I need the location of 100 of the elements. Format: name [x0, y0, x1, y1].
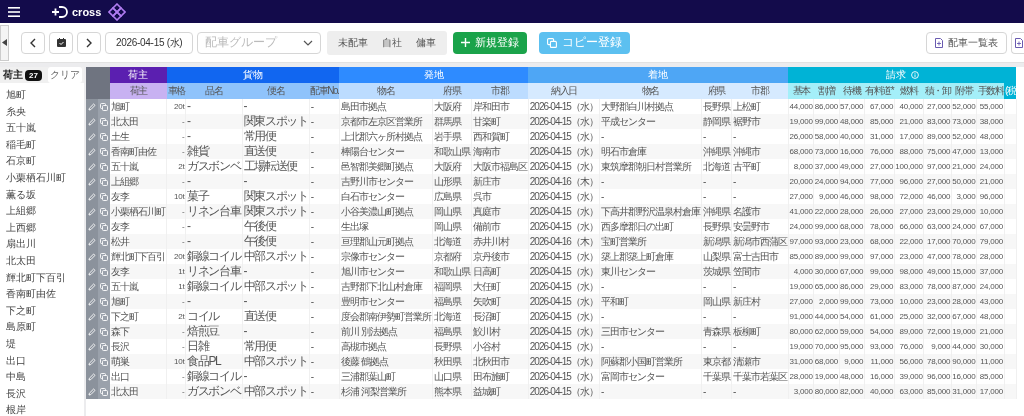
copy-icon: [100, 297, 108, 306]
table-cell: 41,000: [788, 204, 814, 219]
table-cell: 新庄市: [471, 174, 529, 189]
table-cell: 豊明市センター: [339, 294, 433, 309]
table-cell: 80,000: [813, 384, 839, 399]
shipper-item[interactable]: 輝北町下百引: [0, 269, 84, 287]
table-cell: 新庄村: [731, 294, 789, 309]
table-cell: 新潟県: [701, 234, 732, 249]
shipper-item[interactable]: 五十嵐: [0, 120, 84, 137]
copy-icon: [100, 327, 108, 336]
table-cell: 85,000: [864, 114, 895, 129]
table-cell: 杉浦 河梨営業所: [339, 384, 433, 399]
shipper-item[interactable]: 香南町由佐: [0, 286, 84, 303]
table-cell: 68,000: [813, 354, 839, 369]
filter-tab[interactable]: 未配車: [331, 30, 376, 55]
table-cell: 2026-04-15（水）: [528, 294, 600, 309]
shipper-item[interactable]: 出口: [0, 352, 84, 370]
calendar-icon: [56, 38, 66, 47]
table-cell: -: [701, 174, 732, 189]
table-cell: 三田市センター: [599, 324, 702, 339]
table-cell: 吉野川市センター: [339, 174, 433, 189]
table-cell: 雑貨: [185, 144, 242, 159]
table-cell: 関東スポット: [242, 114, 310, 129]
shipper-item[interactable]: 薫る坂: [0, 186, 84, 204]
copy-icon: [100, 387, 108, 396]
table-cell: -: [309, 174, 340, 189]
export-button[interactable]: [1011, 31, 1024, 54]
table-cell: -: [185, 234, 242, 249]
table-cell: 9,000: [839, 354, 865, 369]
table-cell: -: [309, 324, 340, 339]
table-cell: -: [309, 234, 340, 249]
shipper-item[interactable]: 稲毛町: [0, 136, 84, 154]
table-cell: 31,000: [788, 354, 814, 369]
table-cell: 静岡県: [701, 114, 732, 129]
shipper-item[interactable]: 石京町: [0, 153, 84, 170]
table-cell: 東川センター: [599, 264, 702, 279]
table-cell: 沖縄県: [701, 144, 732, 159]
table-cell: 77,000: [864, 174, 895, 189]
table-cell: 15,000: [951, 264, 977, 279]
table-cell: 21,000: [894, 114, 924, 129]
shipper-item[interactable]: 北太田: [0, 252, 84, 270]
table-cell: 17,000: [923, 234, 952, 249]
copy-icon: [100, 252, 108, 261]
table-cell: 63,000: [894, 384, 924, 399]
collapse-button[interactable]: [0, 24, 9, 61]
table-cell: 山形県: [432, 174, 472, 189]
table-cell: 43,000: [976, 294, 1004, 309]
table-cell: 熊本県: [432, 384, 472, 399]
table-cell: 青森県: [701, 324, 732, 339]
dispatch-list-button[interactable]: 配車一覧表: [926, 31, 1007, 54]
shipper-item[interactable]: 旭町: [0, 87, 84, 104]
column-header: 手数料: [976, 83, 1004, 99]
shipper-item[interactable]: 中島: [0, 369, 84, 386]
column-header: 物名: [599, 83, 702, 99]
table-cell: 上組郷: [110, 174, 167, 189]
calendar-button[interactable]: [49, 31, 73, 54]
column-header: 割増: [813, 83, 839, 99]
shipper-item[interactable]: 下之町: [0, 302, 84, 320]
menu-button[interactable]: [6, 4, 22, 19]
copy-icon: [100, 207, 108, 216]
shipper-item[interactable]: 島原町: [0, 319, 84, 336]
copy-icon: [100, 357, 108, 366]
group-header: 貨物: [166, 67, 340, 83]
shipper-item[interactable]: 糸央: [0, 103, 84, 121]
table-cell: 48,000: [839, 114, 865, 129]
table-cell: 2,000: [813, 294, 839, 309]
table-cell: 中部スポット: [242, 354, 310, 369]
table-cell: 89,000: [894, 324, 924, 339]
date-field[interactable]: 2026-04-15 (水): [105, 31, 194, 54]
table-cell: 99,000: [864, 264, 895, 279]
table-cell: 19,000: [788, 114, 814, 129]
table-cell: 49,000: [923, 264, 952, 279]
shipper-item[interactable]: 根岸: [0, 402, 84, 416]
table-cell: 赤井川村: [471, 234, 529, 249]
table-cell: -: [731, 384, 789, 399]
table-cell: 2026-04-16（木）: [528, 234, 600, 249]
table-cell: -: [242, 264, 310, 279]
shipper-item[interactable]: 堤: [0, 335, 84, 353]
table-cell: 甘楽町: [471, 114, 529, 129]
table-cell: 板柳町: [731, 324, 789, 339]
clear-button[interactable]: クリア: [48, 67, 82, 83]
table-cell: 90,000: [951, 354, 977, 369]
table-cell: 21,000: [976, 324, 1004, 339]
shipper-item[interactable]: 上西郷: [0, 219, 84, 237]
table-cell: -: [309, 354, 340, 369]
filter-tab[interactable]: 自社: [375, 30, 410, 55]
table-cell: -: [309, 114, 340, 129]
table-cell: 鮫川村: [471, 324, 529, 339]
table-cell: 裾野市: [731, 114, 789, 129]
column-header: 市郡: [731, 83, 789, 99]
shipper-item[interactable]: 扇出川: [0, 236, 84, 253]
table-cell: 62,000: [813, 324, 839, 339]
group-header: 発地: [339, 67, 529, 83]
table-cell: 21,000: [976, 174, 1004, 189]
shipper-item[interactable]: 長沢: [0, 385, 84, 403]
filter-tab[interactable]: 傭車: [409, 30, 444, 55]
shipper-item[interactable]: 小栗栖石川町: [0, 169, 84, 187]
table-cell: 後藤 鶴拠点: [339, 354, 433, 369]
copy-icon: [100, 237, 108, 246]
shipper-item[interactable]: 上組郷: [0, 203, 84, 220]
